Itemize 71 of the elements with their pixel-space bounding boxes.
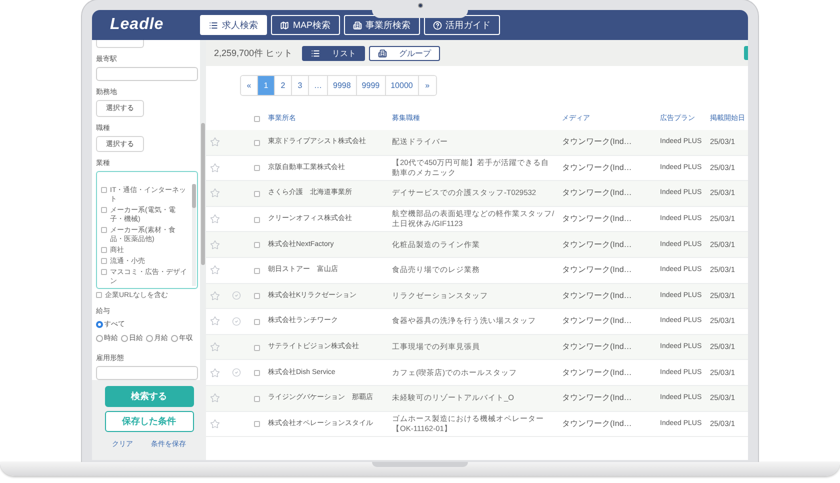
checkbox[interactable] xyxy=(254,396,260,402)
star-icon[interactable] xyxy=(210,316,220,326)
media-name: タウンワーク(Ind… xyxy=(562,240,633,250)
logo: Leadle xyxy=(110,16,165,34)
checkbox[interactable] xyxy=(101,227,107,234)
star-icon[interactable] xyxy=(210,240,220,250)
checkbox[interactable] xyxy=(101,207,107,214)
radio-button[interactable] xyxy=(171,334,178,342)
star-icon[interactable] xyxy=(210,265,220,276)
nav-tab[interactable]: 事業所検索 xyxy=(344,15,420,35)
nav-tab[interactable]: 活用ガイド xyxy=(424,15,500,35)
star-icon[interactable] xyxy=(210,368,220,378)
list-icon xyxy=(209,20,218,30)
checkbox[interactable] xyxy=(254,242,260,248)
map-icon xyxy=(280,20,289,30)
view-toggle[interactable]: リスト xyxy=(302,46,365,60)
page-link[interactable]: « xyxy=(241,76,258,95)
scrollbar[interactable] xyxy=(192,184,196,286)
radio-button[interactable] xyxy=(146,334,153,342)
media-name: タウンワーク(Ind… xyxy=(562,214,633,224)
star-icon[interactable] xyxy=(210,290,220,301)
media-name: タウンワーク(Ind… xyxy=(562,188,633,198)
media-name: タウンワーク(Ind… xyxy=(562,137,633,148)
star-icon[interactable] xyxy=(210,214,220,224)
media-name: タウンワーク(Ind… xyxy=(562,342,633,352)
hit-count: 2,259,700件 ヒット xyxy=(214,46,294,60)
checkbox[interactable] xyxy=(254,293,260,300)
input-field[interactable] xyxy=(96,67,198,81)
checkbox[interactable] xyxy=(254,190,260,197)
view-toggle[interactable]: グループ xyxy=(369,46,440,60)
star-icon[interactable] xyxy=(210,188,220,198)
nav-tab[interactable]: 求人検索 xyxy=(200,15,267,35)
radio-button[interactable] xyxy=(96,334,103,342)
camera-icon xyxy=(418,3,422,8)
help-icon xyxy=(432,20,442,30)
checkbox[interactable] xyxy=(254,421,260,428)
checkbox[interactable] xyxy=(101,258,107,264)
select-button[interactable] xyxy=(96,40,144,48)
checkbox[interactable] xyxy=(254,318,260,325)
radio-button[interactable] xyxy=(121,334,128,342)
checkbox[interactable] xyxy=(101,269,107,276)
media-name: タウンワーク(Ind… xyxy=(562,418,633,429)
media-name: タウンワーク(Ind… xyxy=(562,316,633,326)
checkbox[interactable] xyxy=(254,370,260,376)
media-name: タウンワーク(Ind… xyxy=(562,393,633,404)
media-name: タウンワーク(Ind… xyxy=(562,162,633,173)
side-button[interactable] xyxy=(744,46,748,60)
checkbox[interactable] xyxy=(254,216,260,223)
radio-button[interactable] xyxy=(96,320,103,328)
checkbox[interactable] xyxy=(96,292,102,298)
checkbox[interactable] xyxy=(254,165,260,172)
media-name: タウンワーク(Ind… xyxy=(562,290,633,301)
nav-tab[interactable]: MAP検索 xyxy=(271,15,340,35)
star-icon[interactable] xyxy=(210,393,220,404)
checkbox[interactable] xyxy=(254,140,260,146)
checkbox[interactable] xyxy=(101,187,107,194)
checkbox[interactable] xyxy=(254,344,260,351)
star-icon[interactable] xyxy=(210,342,220,352)
scrollbar[interactable] xyxy=(200,40,206,380)
star-icon[interactable] xyxy=(210,137,220,148)
building-icon xyxy=(352,20,362,30)
input-field[interactable] xyxy=(96,366,198,380)
media-name: タウンワーク(Ind… xyxy=(562,265,633,276)
checkbox[interactable] xyxy=(254,116,260,122)
building-icon xyxy=(378,48,387,58)
checkbox[interactable] xyxy=(254,268,260,274)
star-icon[interactable] xyxy=(210,162,220,173)
checkbox[interactable] xyxy=(101,247,107,254)
media-name: タウンワーク(Ind… xyxy=(562,368,633,378)
list-icon xyxy=(311,48,320,58)
star-icon[interactable] xyxy=(210,418,220,429)
